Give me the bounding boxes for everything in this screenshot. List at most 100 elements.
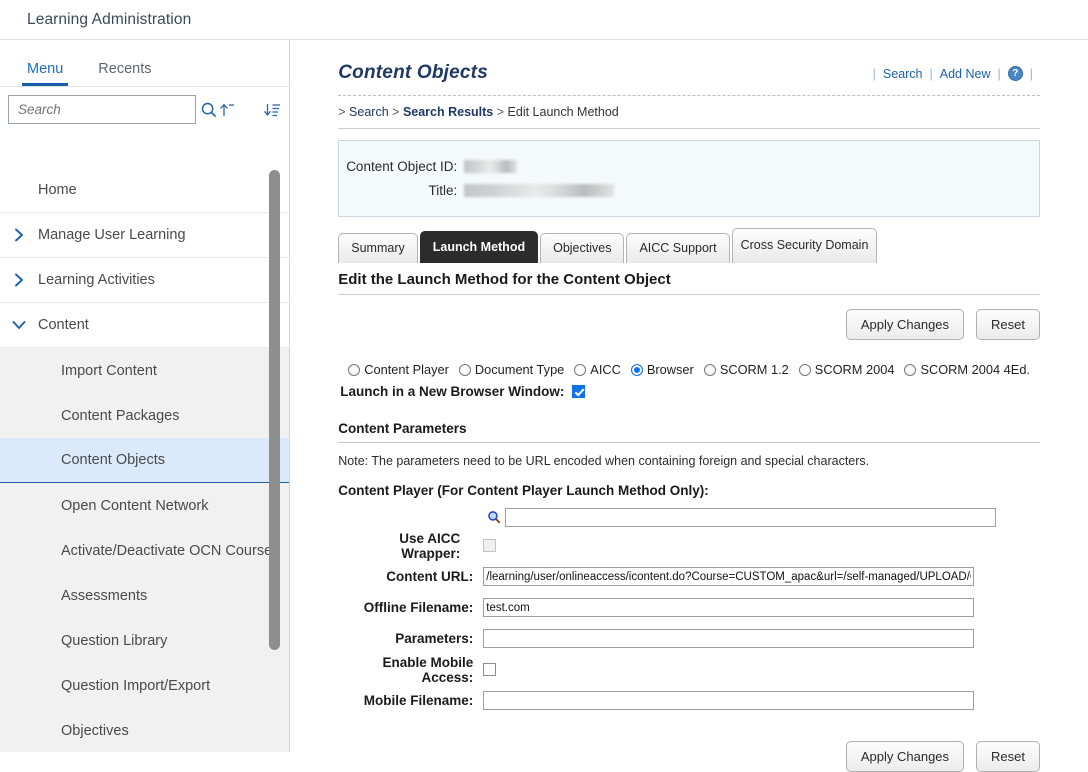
sidebar-tabs: Menu Recents bbox=[0, 40, 290, 87]
sidebar-item-question-library[interactable]: Question Library bbox=[0, 618, 289, 663]
radio-indicator[interactable] bbox=[904, 363, 917, 376]
apply-changes-button-top[interactable]: Apply Changes bbox=[845, 309, 965, 340]
radio-label: Content Player bbox=[364, 362, 449, 377]
tab-launch-method[interactable]: Launch Method bbox=[419, 231, 539, 263]
radio-indicator[interactable] bbox=[630, 363, 643, 376]
header-separator: | bbox=[1029, 66, 1033, 81]
content-object-info-panel: Content Object ID: Title: bbox=[338, 140, 1040, 217]
breadcrumb-item-current: Edit Launch Method bbox=[507, 105, 619, 119]
radio-aicc[interactable]: AICC bbox=[574, 362, 621, 377]
radio-content-player[interactable]: Content Player bbox=[348, 362, 449, 377]
app-title: Learning Administration bbox=[27, 10, 192, 28]
help-icon[interactable]: ? bbox=[1007, 66, 1023, 81]
content-object-id-row: Content Object ID: bbox=[339, 154, 1039, 178]
sidebar-item-content[interactable]: Content bbox=[0, 303, 290, 348]
use-aicc-wrapper-checkbox[interactable] bbox=[483, 539, 497, 552]
top-bar: Learning Administration bbox=[0, 0, 1088, 40]
chevron-right-icon bbox=[0, 228, 38, 242]
tab-summary[interactable]: Summary bbox=[338, 233, 418, 263]
sort-icon[interactable] bbox=[258, 96, 288, 124]
parameters-input[interactable] bbox=[483, 629, 975, 648]
tab-cross-security-domain[interactable]: Cross Security Domain bbox=[731, 228, 878, 263]
mobile-filename-row: Mobile Filename: bbox=[338, 688, 1040, 713]
parameters-label: Parameters: bbox=[395, 631, 474, 646]
enable-mobile-access-checkbox[interactable] bbox=[483, 663, 497, 676]
breadcrumb: > Search > Search Results > Edit Launch … bbox=[338, 96, 1040, 128]
header-search-link[interactable]: Search bbox=[883, 67, 923, 81]
radio-indicator[interactable] bbox=[703, 363, 716, 376]
content-player-lookup-icon[interactable] bbox=[483, 510, 505, 525]
radio-document-type[interactable]: Document Type bbox=[458, 362, 565, 377]
offline-filename-row: Offline Filename: bbox=[338, 595, 1040, 620]
sidebar-item-content-packages[interactable]: Content Packages bbox=[0, 393, 289, 438]
tab-recents[interactable]: Recents bbox=[96, 61, 153, 86]
sidebar-item-label: Import Content bbox=[61, 362, 157, 379]
header-actions: | Search | Add New | ? | bbox=[866, 66, 1040, 84]
radio-indicator[interactable] bbox=[798, 363, 811, 376]
content-parameters-heading: Content Parameters bbox=[338, 421, 467, 436]
parameters-row: Parameters: bbox=[338, 626, 1040, 651]
enable-mobile-access-label: Enable Mobile Access: bbox=[382, 654, 474, 685]
breadcrumb-item-search-results[interactable]: Search Results bbox=[403, 105, 493, 119]
breadcrumb-item-search[interactable]: Search bbox=[349, 105, 389, 119]
content-object-title-value-redacted bbox=[464, 183, 615, 197]
radio-scorm-12[interactable]: SCORM 1.2 bbox=[703, 362, 789, 377]
sidebar-item-label: Content bbox=[38, 317, 89, 333]
sidebar-item-assessments[interactable]: Assessments bbox=[0, 573, 289, 618]
tab-aicc-support[interactable]: AICC Support bbox=[626, 233, 730, 263]
radio-indicator[interactable] bbox=[574, 363, 587, 376]
tab-menu[interactable]: Menu bbox=[21, 61, 69, 86]
content-object-title-label: Title: bbox=[428, 182, 458, 198]
sidebar-item-open-content-network[interactable]: Open Content Network bbox=[0, 483, 289, 528]
radio-browser[interactable]: Browser bbox=[630, 362, 694, 377]
sidebar-item-manage-user-learning[interactable]: Manage User Learning bbox=[0, 213, 290, 258]
sidebar-item-content-objects[interactable]: Content Objects bbox=[0, 438, 290, 483]
sidebar-item-home[interactable]: Home bbox=[0, 168, 290, 213]
reset-button-bottom[interactable]: Reset bbox=[976, 741, 1040, 772]
content-url-label: Content URL: bbox=[386, 569, 474, 584]
header-add-new-link[interactable]: Add New bbox=[940, 67, 991, 81]
content-object-id-value-redacted bbox=[464, 159, 518, 173]
radio-label: Document Type bbox=[474, 362, 565, 377]
content-url-row: Content URL: bbox=[338, 564, 1040, 589]
apply-changes-button-bottom[interactable]: Apply Changes bbox=[845, 741, 965, 772]
sidebar-item-import-content[interactable]: Import Content bbox=[0, 348, 289, 393]
sidebar-scrollbar-thumb[interactable] bbox=[269, 170, 281, 650]
sidebar-item-learning-activities[interactable]: Learning Activities bbox=[0, 258, 290, 303]
launch-new-window-checkbox[interactable] bbox=[572, 385, 586, 398]
search-box[interactable] bbox=[8, 95, 217, 124]
search-input[interactable] bbox=[9, 101, 199, 118]
radio-scorm-2004-4ed[interactable]: SCORM 2004 4Ed. bbox=[904, 362, 1030, 377]
content-object-tabs: Summary Launch Method Objectives AICC Su… bbox=[338, 228, 1040, 263]
launch-new-window-label: Launch in a New Browser Window: bbox=[340, 384, 565, 399]
tab-objectives[interactable]: Objectives bbox=[540, 233, 625, 263]
sidebar-scrollbar[interactable] bbox=[269, 168, 281, 752]
enable-mobile-access-row: Enable Mobile Access: bbox=[338, 654, 1040, 685]
content-player-label: Content Player (For Content Player Launc… bbox=[338, 483, 709, 498]
sidebar-item-label: Question Import/Export bbox=[61, 677, 211, 694]
collapse-all-icon[interactable] bbox=[212, 96, 242, 124]
mobile-filename-input[interactable] bbox=[483, 691, 975, 710]
radio-indicator[interactable] bbox=[458, 363, 471, 376]
mobile-filename-label: Mobile Filename: bbox=[363, 693, 474, 708]
offline-filename-input[interactable] bbox=[483, 598, 975, 617]
breadcrumb-separator: > bbox=[496, 105, 505, 119]
reset-button-top[interactable]: Reset bbox=[976, 309, 1040, 340]
sidebar-item-label: Question Library bbox=[61, 632, 168, 649]
header-separator: | bbox=[872, 66, 876, 81]
content-parameters-note: Note: The parameters need to be URL enco… bbox=[338, 454, 870, 468]
use-aicc-wrapper-row: Use AICC Wrapper: bbox=[338, 531, 1040, 561]
main-content: Content Objects | Search | Add New | ? |… bbox=[290, 40, 1088, 772]
sidebar-subnav-content: Import Content Content Packages Content … bbox=[0, 348, 290, 752]
sidebar-item-objectives[interactable]: Objectives bbox=[0, 708, 289, 752]
radio-label: SCORM 2004 4Ed. bbox=[920, 362, 1030, 377]
content-player-row bbox=[338, 498, 1040, 527]
sidebar-item-activate-deactivate-ocn-courses[interactable]: Activate/Deactivate OCN Courses bbox=[0, 528, 289, 573]
content-url-input[interactable] bbox=[483, 567, 975, 586]
sidebar-item-question-import-export[interactable]: Question Import/Export bbox=[0, 663, 289, 708]
chevron-right-icon bbox=[0, 273, 38, 287]
radio-scorm-2004[interactable]: SCORM 2004 bbox=[798, 362, 894, 377]
launch-method-radio-group: Content Player Document Type AICC Browse… bbox=[338, 340, 1040, 377]
radio-indicator[interactable] bbox=[348, 363, 361, 376]
content-player-input[interactable] bbox=[505, 508, 997, 527]
